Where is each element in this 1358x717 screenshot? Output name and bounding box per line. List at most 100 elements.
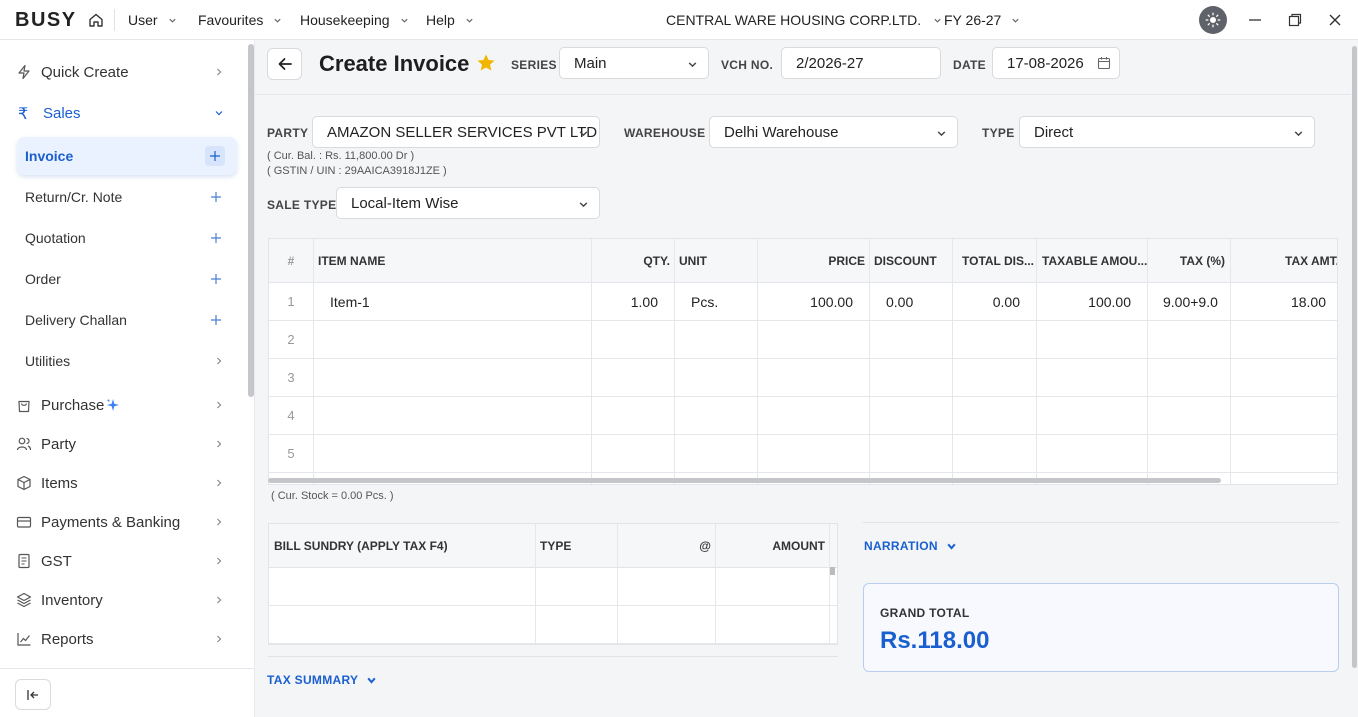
header-bill-sundry: BILL SUNDRY (APPLY TAX F4): [274, 539, 448, 553]
current-stock: ( Cur. Stock = 0.00 Pcs. ): [271, 490, 394, 502]
narration-divider: [863, 522, 1339, 523]
theme-toggle-button[interactable]: [1199, 6, 1227, 34]
type-select[interactable]: Direct: [1019, 116, 1315, 148]
table-row[interactable]: [269, 568, 829, 605]
sidebar-item-purchase[interactable]: Purchase: [0, 387, 240, 423]
top-bar: BUSY User Favourites Housekeeping Help C…: [0, 0, 1358, 40]
row-divider: [269, 643, 837, 644]
party-value: AMAZON SELLER SERVICES PVT LTD: [327, 123, 598, 141]
sidebar-item-inventory[interactable]: Inventory: [0, 582, 240, 618]
date-value: 17-08-2026: [1007, 54, 1084, 72]
plus-icon[interactable]: [209, 272, 223, 286]
tax-percent-cell[interactable]: 9.00+9.0: [1163, 283, 1227, 320]
vch-no-input[interactable]: 2/2026-27: [781, 47, 941, 79]
minimize-icon[interactable]: [1247, 12, 1263, 28]
restore-icon[interactable]: [1287, 12, 1303, 28]
table-row[interactable]: 2: [269, 321, 1337, 358]
table-row[interactable]: 5: [269, 435, 1337, 472]
page-title: Create Invoice: [319, 51, 470, 76]
plus-icon[interactable]: [209, 313, 223, 327]
sale-type-select[interactable]: Local-Item Wise: [336, 187, 600, 219]
star-icon[interactable]: [476, 53, 496, 73]
menu-user[interactable]: User: [128, 12, 177, 28]
sidebar-item-label: Sales: [43, 104, 81, 122]
sidebar-item-reports[interactable]: Reports: [0, 621, 240, 657]
chevron-down-icon: [579, 131, 588, 137]
grand-total-card: GRAND TOTAL Rs.118.00: [863, 583, 1339, 672]
bill-sundry-scrollbar[interactable]: [830, 567, 835, 575]
sidebar-scrollbar[interactable]: [248, 44, 254, 397]
price-cell[interactable]: 100.00: [757, 283, 853, 320]
company-selector[interactable]: CENTRAL WARE HOUSING CORP.LTD.: [666, 12, 942, 28]
fy-selector[interactable]: FY 26-27: [944, 12, 1020, 28]
row-number: 2: [287, 332, 295, 347]
sidebar-item-label: Inventory: [41, 591, 103, 609]
narration-toggle[interactable]: NARRATION: [864, 539, 957, 553]
home-icon[interactable]: [88, 12, 104, 28]
date-label: DATE: [953, 58, 986, 72]
sidebar-subitem-quotation[interactable]: Quotation: [17, 220, 237, 256]
taxable-amount-cell: 100.00: [1088, 293, 1131, 310]
bill-sundry-divider: [268, 656, 838, 657]
header-row-number: #: [287, 254, 295, 268]
table-row[interactable]: [269, 606, 829, 643]
sidebar-item-sales[interactable]: ₹ Sales: [0, 95, 240, 131]
discount-cell[interactable]: 0.00: [886, 283, 913, 320]
calendar-icon[interactable]: [1097, 56, 1111, 70]
invoice-form: PARTY AMAZON SELLER SERVICES PVT LTD ( C…: [255, 96, 1351, 717]
header-taxable-amount: TAXABLE AMOU...: [1042, 254, 1148, 268]
invoice-header: Create Invoice SERIES Main VCH NO. 2/202…: [255, 40, 1351, 95]
total-discount-cell: 0.00: [992, 293, 1020, 310]
main-scrollbar[interactable]: [1352, 46, 1357, 668]
menu-help[interactable]: Help: [426, 12, 474, 28]
vch-no-label: VCH NO.: [721, 58, 774, 72]
add-invoice-button[interactable]: [205, 146, 225, 166]
header-qty: QTY.: [643, 254, 670, 268]
tax-summary-label: TAX SUMMARY: [267, 673, 359, 687]
sidebar-item-payments-banking[interactable]: Payments & Banking: [0, 504, 240, 540]
party-select[interactable]: AMAZON SELLER SERVICES PVT LTD: [312, 116, 600, 148]
plus-icon[interactable]: [209, 231, 223, 245]
warehouse-select[interactable]: Delhi Warehouse: [709, 116, 958, 148]
sidebar-subitem-utilities[interactable]: Utilities: [17, 343, 237, 379]
sidebar-item-label: Purchase: [41, 396, 105, 414]
date-input[interactable]: 17-08-2026: [992, 47, 1120, 79]
unit-cell[interactable]: Pcs.: [691, 283, 718, 320]
collapse-sidebar-button[interactable]: [15, 679, 51, 710]
sidebar-item-items[interactable]: Items: [0, 465, 240, 501]
sidebar-item-label: Items: [41, 474, 78, 492]
sidebar-subitem-return-cr-note[interactable]: Return/Cr. Note: [17, 179, 237, 215]
series-label: SERIES: [511, 58, 557, 72]
item-name-cell[interactable]: Item-1: [330, 283, 370, 320]
menu-favourites[interactable]: Favourites: [198, 12, 282, 28]
sale-type-value: Local-Item Wise: [351, 194, 459, 212]
table-row[interactable]: 1 Item-1 1.00 Pcs. 100.00 0.00 0.00 100.…: [269, 283, 1337, 320]
sidebar-item-party[interactable]: Party: [0, 426, 240, 462]
sidebar-subitem-label: Return/Cr. Note: [25, 189, 123, 205]
table-row[interactable]: 4: [269, 397, 1337, 434]
tax-summary-toggle[interactable]: TAX SUMMARY: [267, 673, 377, 687]
qty-cell[interactable]: 1.00: [591, 283, 658, 320]
series-select[interactable]: Main: [559, 47, 709, 79]
sidebar-item-quick-create[interactable]: Quick Create: [0, 54, 240, 90]
grand-total-label: GRAND TOTAL: [880, 606, 970, 620]
chevron-down-icon: [168, 18, 176, 23]
chevron-down-icon: [579, 202, 588, 208]
menu-housekeeping[interactable]: Housekeeping: [300, 12, 409, 28]
chevron-right-icon: [217, 401, 222, 409]
plus-icon: [210, 151, 220, 161]
sidebar-subitem-invoice[interactable]: Invoice: [17, 137, 237, 175]
back-button[interactable]: [267, 48, 302, 80]
chevron-down-icon: [215, 111, 223, 116]
close-icon[interactable]: [1327, 12, 1343, 28]
table-row[interactable]: 3: [269, 359, 1337, 396]
menu-housekeeping-label: Housekeeping: [300, 12, 390, 28]
sidebar-subitem-order[interactable]: Order: [17, 261, 237, 297]
sidebar-subitem-delivery-challan[interactable]: Delivery Challan: [17, 302, 237, 338]
row-divider: [269, 472, 1337, 473]
sidebar-item-gst[interactable]: GST: [0, 543, 240, 579]
layers-icon: [16, 592, 32, 608]
items-table-scrollbar[interactable]: [268, 478, 1221, 483]
sidebar-divider: [0, 668, 255, 669]
plus-icon[interactable]: [209, 190, 223, 204]
